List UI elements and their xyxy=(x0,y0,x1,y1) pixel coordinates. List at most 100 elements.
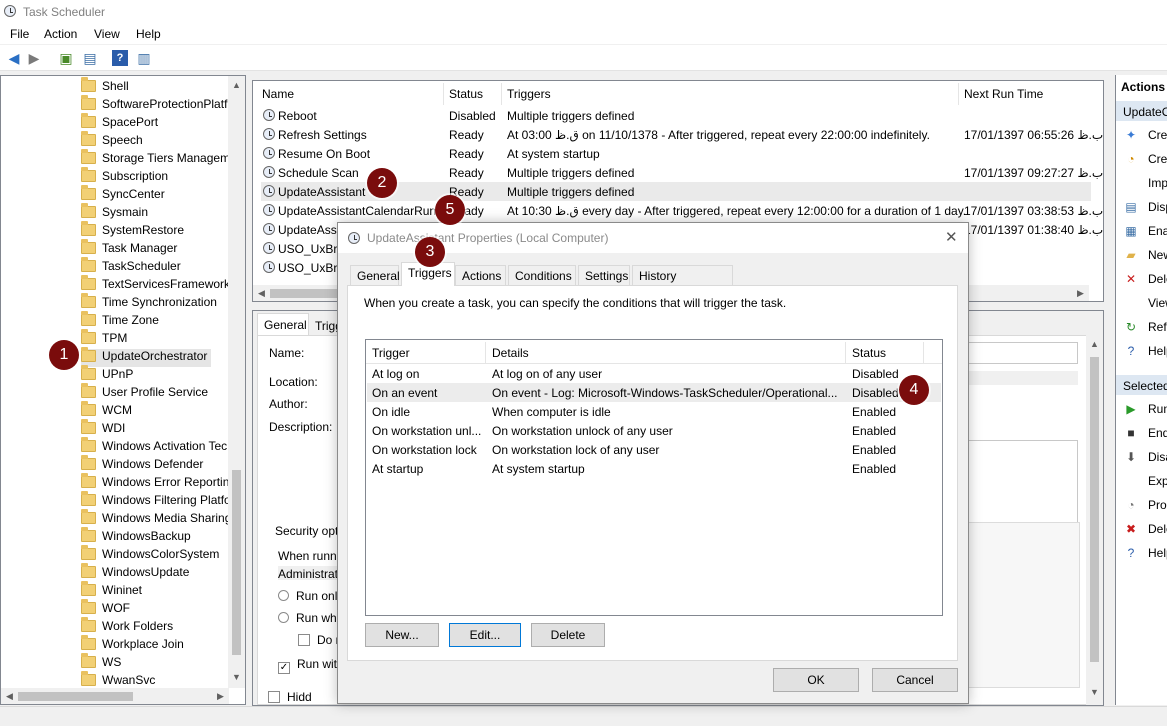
tree-item[interactable]: Shell xyxy=(81,77,129,97)
run-only-option[interactable]: Run onl xyxy=(278,589,337,603)
actions-section-selected-item[interactable]: Selected xyxy=(1116,375,1167,395)
tree-item[interactable]: Time Zone xyxy=(81,311,159,331)
action-item[interactable]: Ena xyxy=(1148,224,1167,238)
action-item[interactable]: Dele xyxy=(1148,272,1167,286)
scroll-left-icon[interactable]: ◀ xyxy=(253,288,270,299)
tree-hscroll-thumb[interactable] xyxy=(18,692,133,701)
forward-arrow-icon[interactable]: ▶ xyxy=(26,50,42,66)
cancel-button[interactable]: Cancel xyxy=(872,668,958,692)
action-item[interactable]: Imp xyxy=(1148,176,1167,190)
hidden-checkbox[interactable]: Hidd xyxy=(268,690,312,704)
tree-item[interactable]: WCM xyxy=(81,401,132,421)
run-whether-option[interactable]: Run whe xyxy=(278,611,343,625)
tree-item[interactable]: UpdateOrchestrator xyxy=(81,347,211,367)
trigger-row[interactable]: On workstation lock On workstation lock o… xyxy=(367,440,941,459)
scroll-up-icon[interactable]: ▲ xyxy=(1086,339,1103,349)
tree-item[interactable]: Task Manager xyxy=(81,239,177,259)
action-item[interactable]: Prop xyxy=(1148,498,1167,512)
action-item[interactable]: Crea xyxy=(1148,128,1167,142)
tree-item[interactable]: Sysmain xyxy=(81,203,148,223)
scroll-right-icon[interactable]: ▶ xyxy=(1072,288,1089,299)
new-trigger-button[interactable]: New... xyxy=(365,623,439,647)
action-item[interactable]: Expo xyxy=(1148,474,1167,488)
dialog-tab-history-disabled[interactable]: History (disabled) xyxy=(632,265,733,297)
action-item[interactable]: End xyxy=(1148,426,1167,440)
action-item[interactable]: Crea xyxy=(1148,152,1167,166)
tree-item[interactable]: Workplace Join xyxy=(81,635,184,655)
menu-help[interactable]: Help xyxy=(136,27,161,41)
tree-item[interactable]: SpacePort xyxy=(81,113,158,133)
action-item[interactable]: Disp xyxy=(1148,200,1167,214)
menu-file[interactable]: File xyxy=(10,27,29,41)
scroll-down-icon[interactable]: ▼ xyxy=(228,672,245,682)
menu-action[interactable]: Action xyxy=(44,27,77,41)
task-row[interactable]: Resume On Boot Ready At system startup xyxy=(261,144,1091,163)
tree-item[interactable]: Windows Media Sharing xyxy=(81,509,231,529)
ok-button[interactable]: OK xyxy=(773,668,859,692)
detail-vertical-scrollbar[interactable]: ▲ ▼ xyxy=(1086,335,1103,705)
tree-item[interactable]: Speech xyxy=(81,131,143,151)
tree-item[interactable]: Wininet xyxy=(81,581,142,601)
tree-item[interactable]: SoftwareProtectionPlatf xyxy=(81,95,227,115)
show-hide-console-tree-icon[interactable]: ▤ xyxy=(82,50,98,66)
do-not-store-checkbox[interactable]: Do n xyxy=(298,633,342,647)
column-header-status[interactable]: Status xyxy=(449,87,483,101)
action-item[interactable]: Help xyxy=(1148,546,1167,560)
tree-item[interactable]: Windows Filtering Platfo xyxy=(81,491,231,511)
detail-tab-general[interactable]: General xyxy=(257,313,309,335)
help-icon[interactable]: ? xyxy=(112,50,128,66)
tree-item[interactable]: UPnP xyxy=(81,365,133,385)
trigger-row[interactable]: At log on At log on of any user Disabled xyxy=(367,364,941,383)
edit-trigger-button[interactable]: Edit... xyxy=(449,623,521,647)
action-item[interactable]: Refr xyxy=(1148,320,1167,334)
tree-item[interactable]: User Profile Service xyxy=(81,383,208,403)
trigger-row[interactable]: At startup At system startup Enabled xyxy=(367,459,941,478)
task-row[interactable]: Reboot Disabled Multiple triggers defined xyxy=(261,106,1091,125)
detail-scroll-thumb[interactable] xyxy=(1090,357,1099,662)
tree-horizontal-scrollbar[interactable]: ◀ ▶ xyxy=(1,688,229,704)
column-header-details[interactable]: Details xyxy=(492,346,529,360)
tree-item[interactable]: Storage Tiers Managem xyxy=(81,149,230,169)
dialog-tab-actions[interactable]: Actions xyxy=(455,265,506,285)
action-item[interactable]: View xyxy=(1148,296,1167,310)
column-header-trigger[interactable]: Trigger xyxy=(372,346,410,360)
tree-item[interactable]: TPM xyxy=(81,329,127,349)
back-arrow-icon[interactable]: ◀ xyxy=(6,50,22,66)
dialog-tab-general[interactable]: General xyxy=(350,265,400,285)
column-header-status[interactable]: Status xyxy=(852,346,886,360)
scroll-left-icon[interactable]: ◀ xyxy=(1,691,18,702)
menu-view[interactable]: View xyxy=(94,27,120,41)
tree-item[interactable]: Windows Error Reportin xyxy=(81,473,229,493)
column-header-name[interactable]: Name xyxy=(262,87,294,101)
trigger-row[interactable]: On an event On event - Log: Microsoft-Win… xyxy=(367,383,941,402)
trigger-row[interactable]: On workstation unl... On workstation unlo… xyxy=(367,421,941,440)
tree-scroll-thumb[interactable] xyxy=(232,470,241,655)
action-item[interactable]: Run xyxy=(1148,402,1167,416)
tree-item[interactable]: WOF xyxy=(81,599,130,619)
dialog-tab-settings[interactable]: Settings xyxy=(578,265,630,285)
tree-item[interactable]: SystemRestore xyxy=(81,221,184,241)
action-item[interactable]: Disa xyxy=(1148,450,1167,464)
tree-item[interactable]: WindowsUpdate xyxy=(81,563,189,583)
column-header-triggers[interactable]: Triggers xyxy=(507,87,551,101)
scroll-down-icon[interactable]: ▼ xyxy=(1086,687,1103,697)
scroll-up-icon[interactable]: ▲ xyxy=(228,80,245,90)
tree-item[interactable]: Work Folders xyxy=(81,617,173,637)
tree-item[interactable]: TextServicesFramework xyxy=(81,275,230,295)
delete-trigger-button[interactable]: Delete xyxy=(531,623,605,647)
tree-item[interactable]: Windows Activation Tec xyxy=(81,437,227,457)
tree-item[interactable]: TaskScheduler xyxy=(81,257,181,277)
action-item[interactable]: Help xyxy=(1148,344,1167,358)
tree-item[interactable]: WindowsBackup xyxy=(81,527,191,547)
column-header-next-run-time[interactable]: Next Run Time xyxy=(964,87,1043,101)
actions-section-folder[interactable]: UpdateO xyxy=(1116,101,1167,121)
run-highest-checkbox[interactable]: ✓ Run wit xyxy=(278,657,337,674)
close-icon[interactable]: ✕ xyxy=(945,228,958,246)
scroll-right-icon[interactable]: ▶ xyxy=(212,691,229,702)
dialog-tab-conditions[interactable]: Conditions xyxy=(508,265,576,285)
action-item[interactable]: Dele xyxy=(1148,522,1167,536)
tree-item[interactable]: WindowsColorSystem xyxy=(81,545,219,565)
trigger-row[interactable]: On idle When computer is idle Enabled xyxy=(367,402,941,421)
tree-item[interactable]: Windows Defender xyxy=(81,455,203,475)
action-item[interactable]: New xyxy=(1148,248,1167,262)
